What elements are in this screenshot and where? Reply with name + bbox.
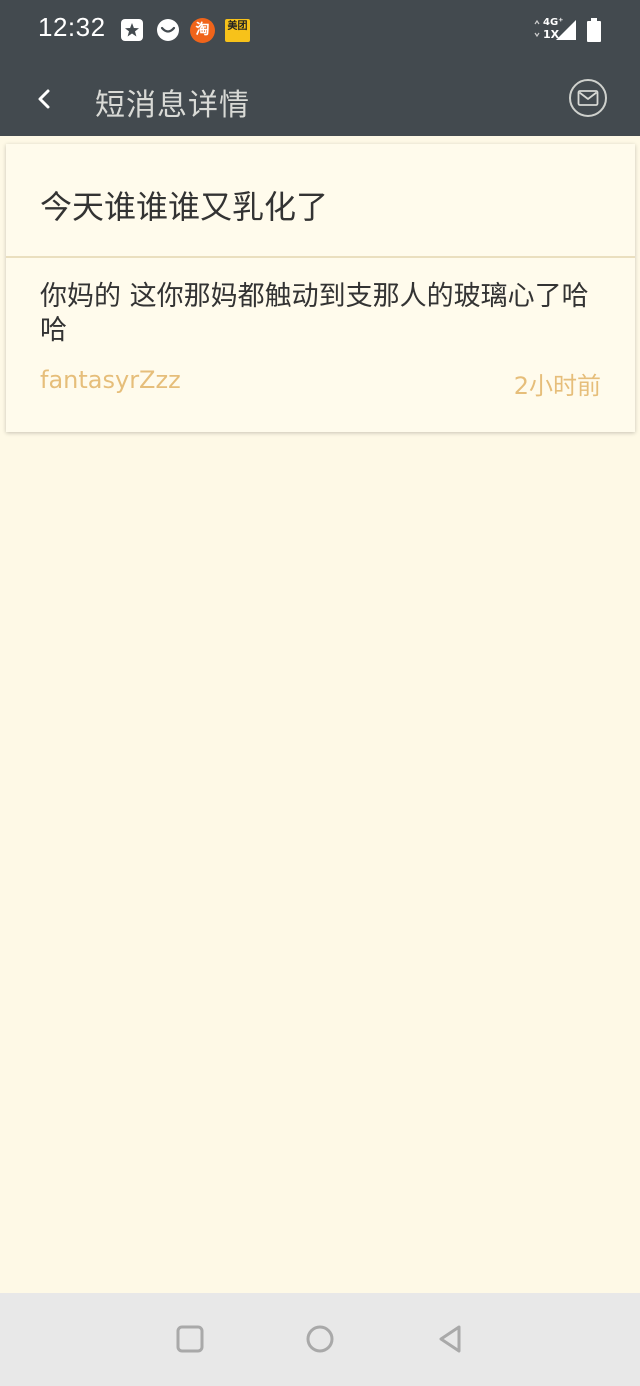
message-card: 今天谁谁谁又乳化了 你妈的 这你那妈都触动到支那人的玻璃心了哈哈 fantasy… [6,144,635,432]
system-nav-bar [0,1293,640,1386]
network-4g-icon: 4G⁺ 1X [532,17,578,42]
network-label-bottom: 1X [543,28,560,41]
status-bar: 12:32 淘 美团 4G⁺ 1X [0,0,640,62]
message-author[interactable]: fantasyrZzz [40,366,181,394]
recents-button[interactable] [170,1319,210,1359]
home-circle-icon [306,1325,334,1353]
network-label-top: 4G⁺ [543,17,564,28]
divider [6,256,635,258]
message-timestamp: 2小时前 [513,372,601,400]
star-badge-icon [120,18,144,42]
battery-icon [587,18,601,42]
envelope-icon [577,90,599,106]
chevron-left-icon [38,89,50,109]
reply-message-button[interactable] [569,79,607,117]
meituan-app-icon: 美团 [225,19,250,42]
taobao-app-icon: 淘 [190,18,215,43]
back-triangle-icon [439,1325,461,1353]
page-title: 短消息详情 [95,88,250,123]
back-button[interactable] [24,76,64,122]
app-bar: 短消息详情 [0,62,640,136]
nav-back-button[interactable] [430,1319,470,1359]
home-button[interactable] [300,1319,340,1359]
recents-square-icon [176,1325,204,1353]
message-body: 你妈的 这你那妈都触动到支那人的玻璃心了哈哈 [40,281,589,346]
moon-icon [156,18,180,42]
message-title: 今天谁谁谁又乳化了 [40,188,329,226]
status-time: 12:32 [38,12,106,42]
